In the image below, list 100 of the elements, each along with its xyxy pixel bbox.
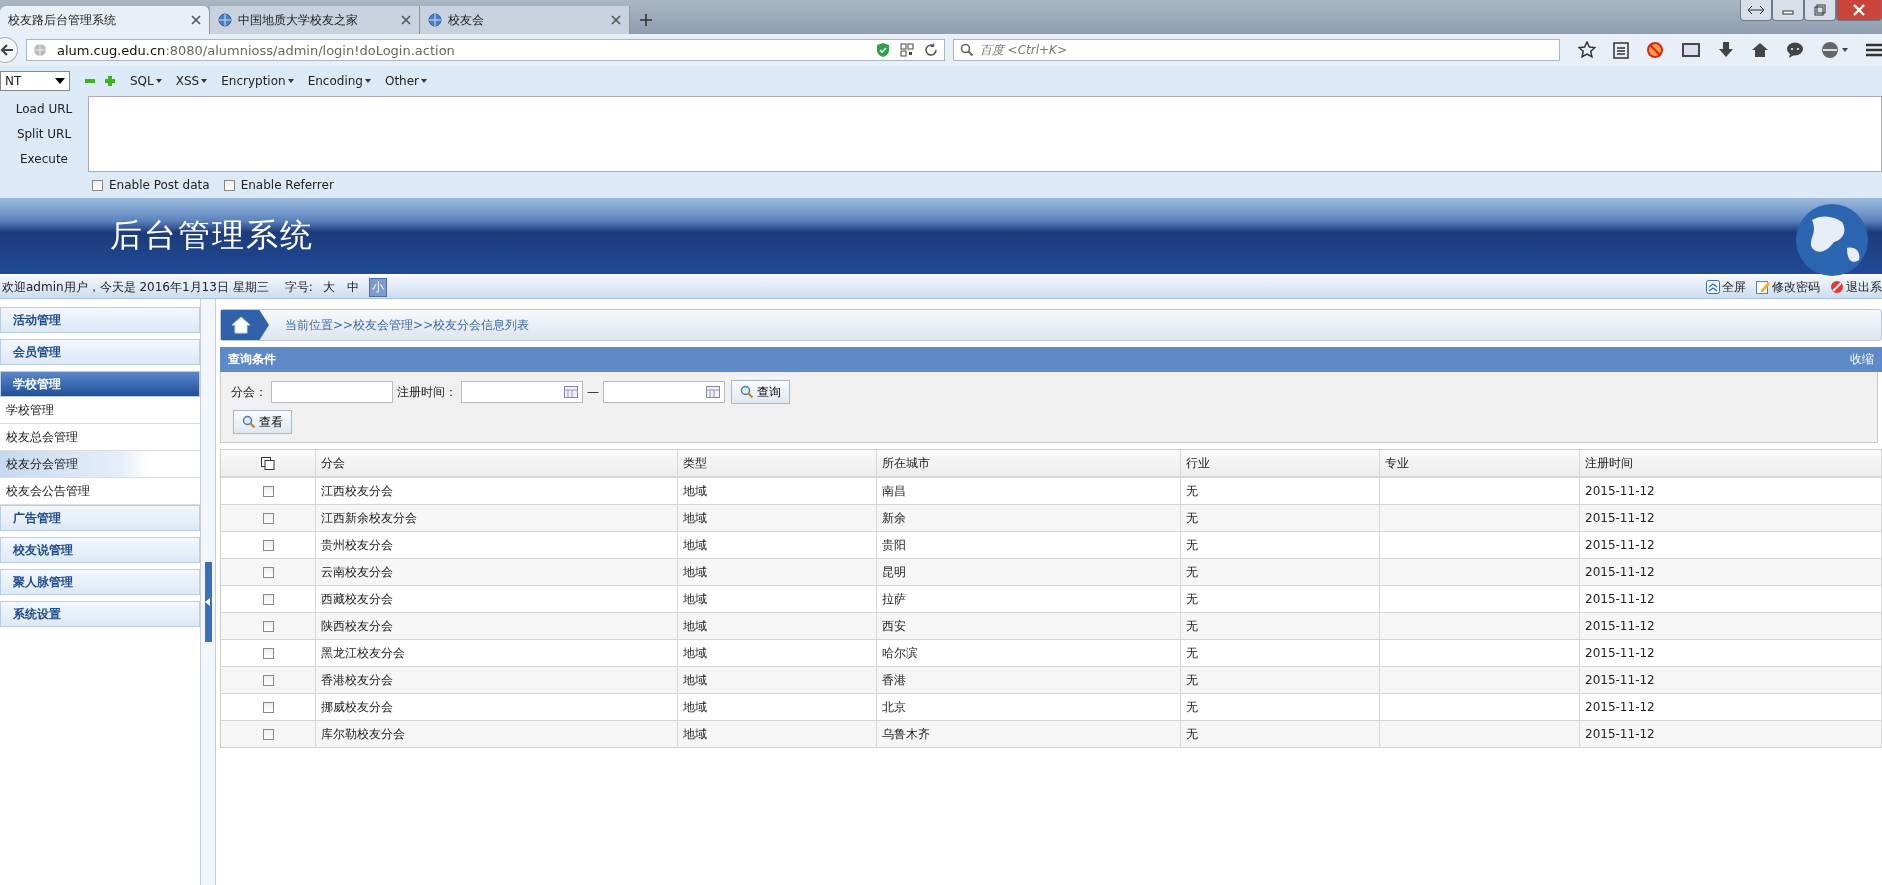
search-icon	[740, 385, 754, 399]
action-link[interactable]: Split URL	[16, 127, 72, 141]
menu-group-header[interactable]: 广告管理	[0, 505, 200, 531]
menu-group-header[interactable]: 学校管理	[0, 371, 200, 397]
select-all-icon[interactable]	[261, 456, 275, 470]
table-cell: 地域	[678, 613, 877, 640]
home-icon[interactable]	[1751, 41, 1769, 59]
close-icon[interactable]	[401, 15, 411, 25]
menu-item[interactable]: 校友分会管理	[0, 451, 200, 478]
plus-icon[interactable]	[104, 75, 116, 87]
date-input-field[interactable]	[603, 381, 725, 403]
edit-icon	[1756, 280, 1770, 294]
system-title: 后台管理系统	[110, 215, 314, 256]
new-tab-icon[interactable]	[640, 14, 652, 26]
menu-group-header[interactable]: 聚人脉管理	[0, 569, 200, 595]
browser-tab[interactable]: 校友会	[420, 6, 630, 34]
home-icon	[231, 316, 251, 334]
table-cell: 2015-11-12	[1580, 505, 1882, 532]
menu-group-header[interactable]: 系统设置	[0, 601, 200, 627]
address-field[interactable]: alum.cug.edu.cn:8080/alumnioss/admin/login!doLogin.action	[25, 39, 945, 61]
chat-icon[interactable]	[1786, 41, 1804, 59]
calendar-icon[interactable]	[564, 386, 578, 398]
table-cell: 新余	[877, 505, 1181, 532]
table-cell: 香港校友分会	[316, 667, 678, 694]
table-cell: 无	[1181, 613, 1380, 640]
menu-item[interactable]: Other	[384, 74, 428, 88]
font-size-option[interactable]: 中	[344, 278, 361, 296]
branch-input-field[interactable]	[271, 381, 393, 403]
table-cell: 无	[1181, 721, 1380, 748]
addon-icon[interactable]	[1821, 41, 1849, 59]
menu-group-header[interactable]: 校友说管理	[0, 537, 200, 563]
toolbar-link[interactable]: 修改密码	[1772, 278, 1820, 296]
checkbox[interactable]	[92, 179, 103, 191]
row-checkbox[interactable]	[262, 647, 274, 659]
bookmark-star-icon[interactable]	[1578, 41, 1596, 59]
home-button[interactable]	[221, 310, 269, 340]
column-header: 专业	[1380, 450, 1580, 477]
download-icon[interactable]	[1718, 41, 1734, 59]
close-icon[interactable]	[611, 15, 621, 25]
no-entry-icon	[1830, 280, 1844, 294]
search-field[interactable]: 百度 <Ctrl+K>	[952, 39, 1560, 61]
clipboard-icon[interactable]	[1613, 41, 1629, 59]
table-cell: 云南校友分会	[316, 559, 678, 586]
column-header: 类型	[678, 450, 877, 477]
caret-icon	[287, 79, 294, 83]
maximize-button[interactable]	[1804, 0, 1836, 21]
menu-item[interactable]: XSS	[175, 74, 208, 88]
url-text-area[interactable]	[88, 96, 1882, 172]
menu-group-header[interactable]: 会员管理	[0, 339, 200, 365]
menu-icon[interactable]	[1866, 42, 1882, 58]
row-checkbox[interactable]	[262, 512, 274, 524]
action-link[interactable]: Load URL	[15, 101, 73, 116]
row-checkbox[interactable]	[262, 620, 274, 632]
menu-item[interactable]: Encoding	[307, 74, 371, 88]
dropdown-value: NT	[5, 74, 22, 88]
left-arrow-icon	[205, 598, 211, 606]
menu-item[interactable]: SQL	[130, 74, 162, 88]
toolbar-link[interactable]: 退出系	[1846, 278, 1882, 296]
row-checkbox[interactable]	[262, 728, 274, 740]
menu-group-header[interactable]: 活动管理	[0, 307, 200, 333]
reload-icon[interactable]	[923, 43, 938, 57]
blocker-icon[interactable]	[1646, 41, 1664, 59]
close-window-button[interactable]	[1836, 0, 1882, 21]
row-checkbox[interactable]	[262, 593, 274, 605]
table-cell: 2015-11-12	[1580, 667, 1882, 694]
checkbox[interactable]	[223, 179, 235, 191]
dropdown-field[interactable]: NT	[0, 71, 70, 91]
font-size-label: 字号:	[284, 278, 313, 296]
collapse-link[interactable]: 收缩	[1850, 351, 1874, 368]
qr-code-icon[interactable]	[899, 43, 914, 57]
reader-icon[interactable]	[1681, 42, 1701, 58]
field-label: 分会：	[231, 383, 267, 401]
close-icon	[1853, 4, 1865, 16]
restore-size-button[interactable]	[1740, 0, 1772, 21]
shield-icon[interactable]	[875, 42, 890, 58]
row-checkbox[interactable]	[262, 539, 274, 551]
table-cell: 昆明	[877, 559, 1181, 586]
row-checkbox[interactable]	[262, 566, 274, 578]
date-separator: —	[587, 385, 599, 399]
row-checkbox[interactable]	[262, 674, 274, 686]
table-cell: 2015-11-12	[1580, 559, 1882, 586]
font-size-option[interactable]: 大	[320, 278, 337, 296]
menu-item[interactable]: Encryption	[221, 74, 294, 88]
view-button[interactable]: 查看	[233, 410, 292, 434]
caret-icon	[201, 79, 208, 83]
calendar-icon[interactable]	[706, 386, 720, 398]
row-checkbox[interactable]	[262, 485, 274, 497]
close-icon[interactable]	[191, 15, 201, 25]
table-cell: 无	[1181, 505, 1380, 532]
date-input-field[interactable]	[461, 381, 583, 403]
search-button[interactable]: 查询	[731, 380, 790, 404]
toolbar-link[interactable]: 全屏	[1722, 278, 1746, 296]
caret-icon	[421, 79, 428, 83]
row-checkbox[interactable]	[262, 701, 274, 713]
browser-tab[interactable]: 中国地质大学校友之家	[210, 6, 420, 34]
url-text: alum.cug.edu.cn:8080/alumnioss/admin/login!doLogin.action	[56, 42, 455, 58]
browser-tab[interactable]: 校友路后台管理系统	[0, 6, 210, 34]
collapse-handle[interactable]	[204, 562, 212, 642]
caret-icon	[55, 78, 65, 84]
action-link[interactable]: Execute	[20, 152, 68, 167]
